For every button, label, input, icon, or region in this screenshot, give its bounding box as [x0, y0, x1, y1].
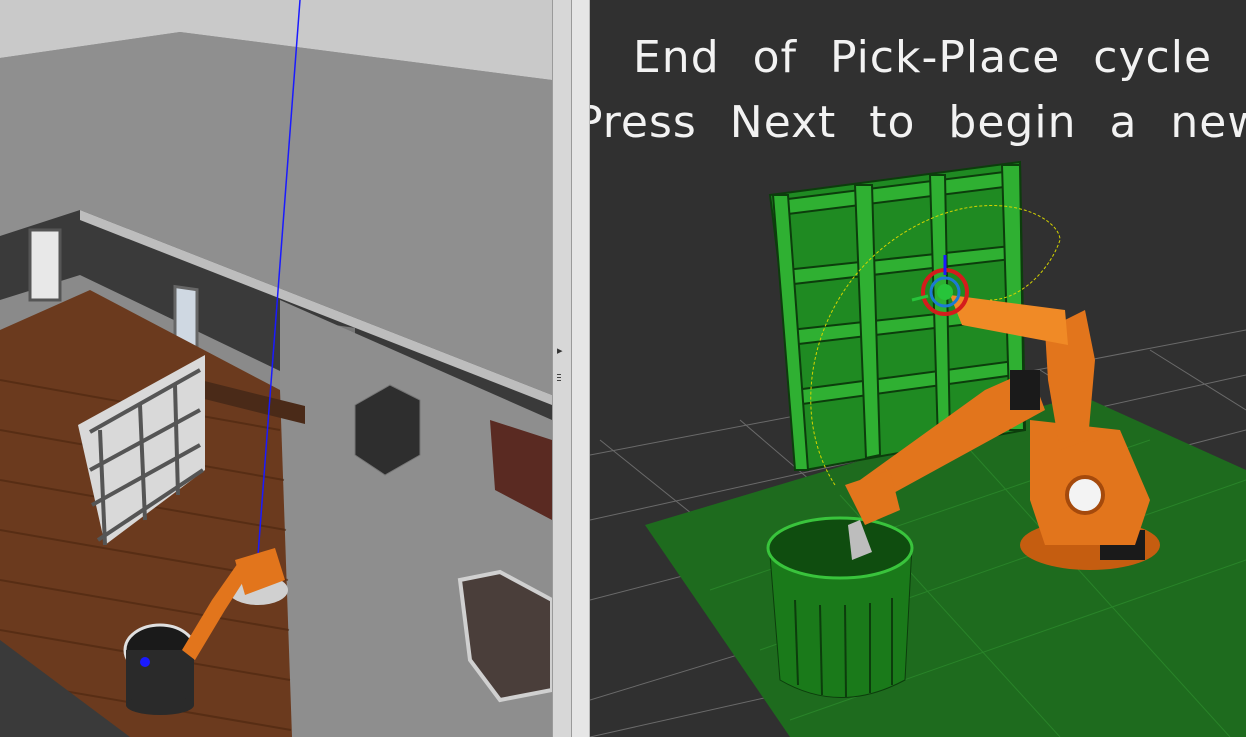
triangle-right-icon[interactable]: ▸: [557, 344, 563, 357]
gazebo-viewport[interactable]: [0, 0, 552, 737]
doorway: [28, 228, 62, 302]
green-bin: [766, 516, 914, 698]
grip-icon[interactable]: [555, 372, 561, 382]
pane-splitter[interactable]: ▸: [552, 0, 572, 737]
overlay-status-line-2: Press Next to begin a new: [590, 97, 1246, 148]
gazebo-scene: [0, 0, 552, 737]
rviz-viewport[interactable]: End of Pick-Place cycle Press Next to be…: [590, 0, 1246, 737]
panel-strip: [572, 0, 590, 737]
overlay-status-line-1: End of Pick-Place cycle: [633, 32, 1213, 83]
